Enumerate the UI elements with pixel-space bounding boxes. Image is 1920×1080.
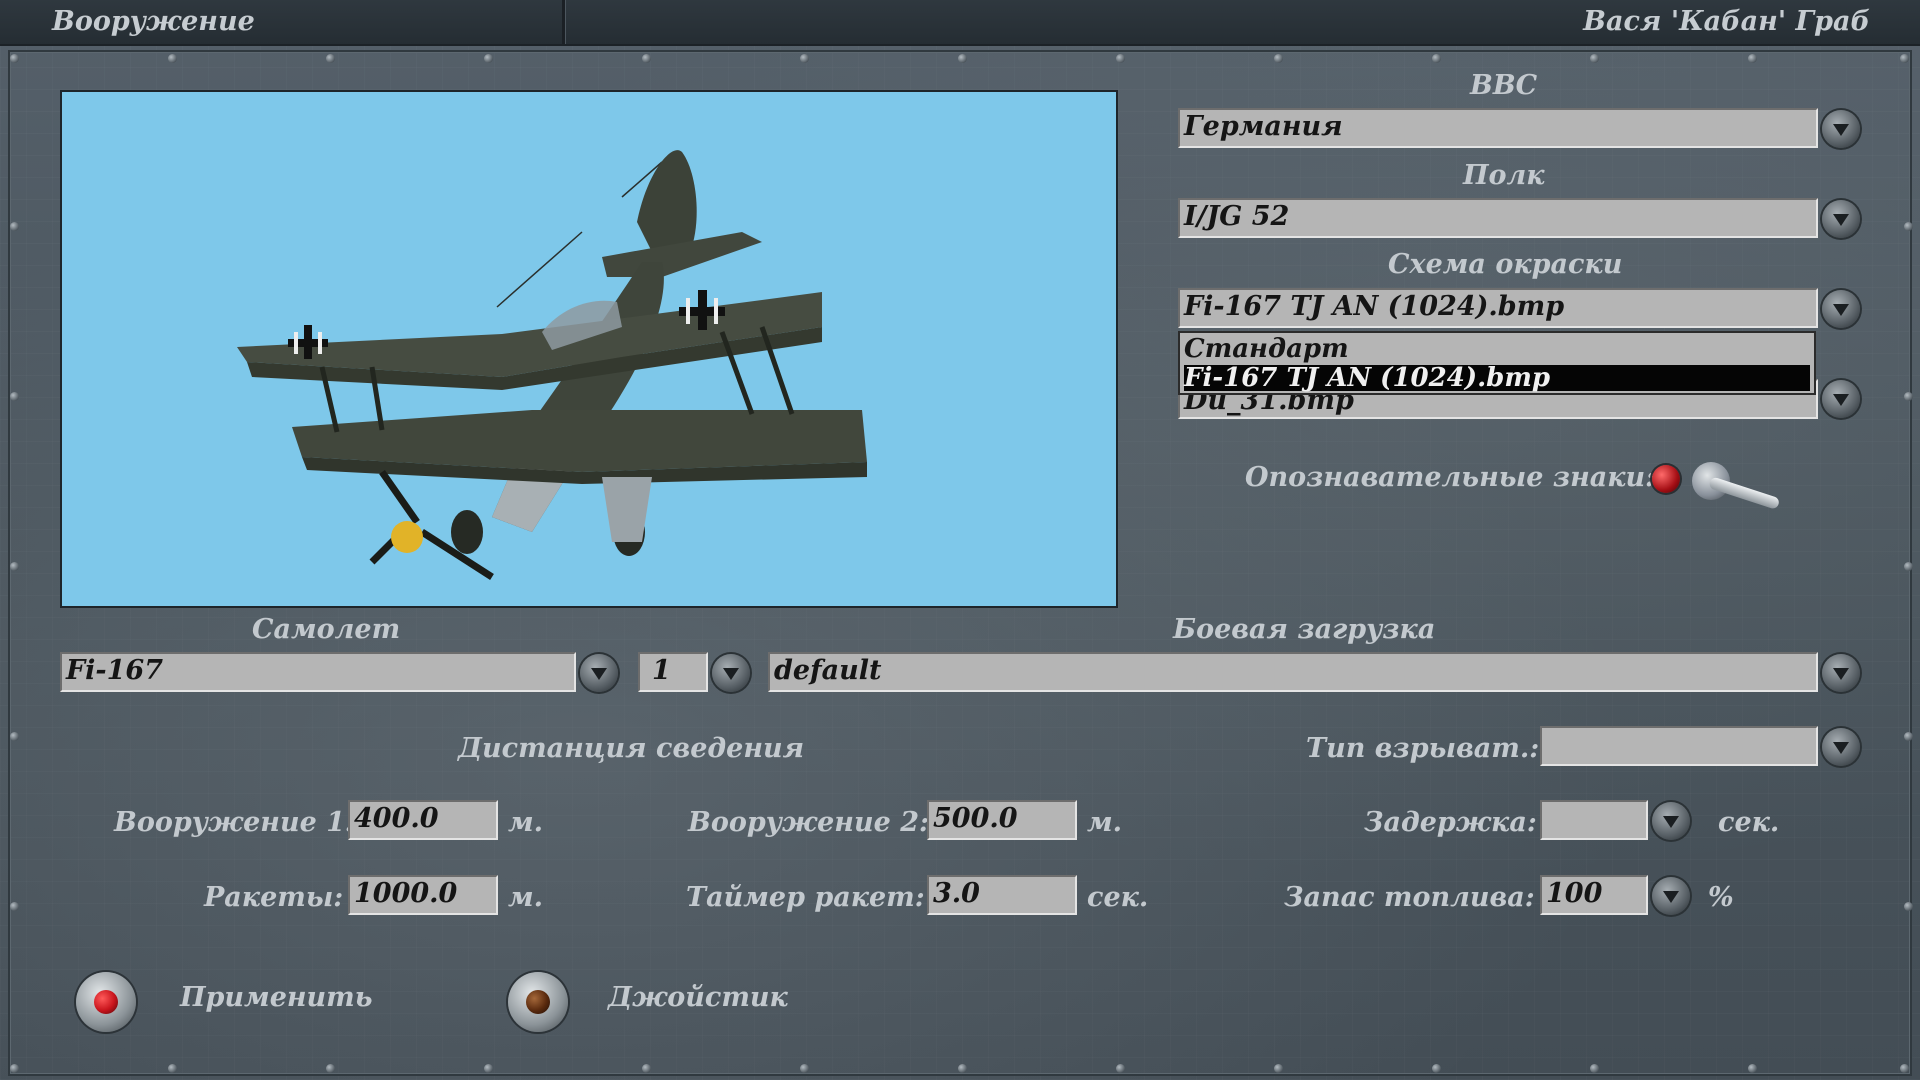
rivet — [958, 54, 967, 63]
screen-title: Вооружение — [52, 6, 255, 37]
rivet — [800, 54, 809, 63]
rivet — [484, 1064, 493, 1073]
fuel-label: Запас топлива: — [1284, 882, 1535, 913]
rivet — [1904, 392, 1913, 401]
fuze-field[interactable] — [1540, 726, 1818, 766]
rockets-unit: м. — [508, 882, 544, 913]
rivet — [642, 1064, 651, 1073]
aircraft-field[interactable]: Fi-167 — [60, 652, 576, 692]
rivet — [1116, 1064, 1125, 1073]
rivet — [1904, 902, 1913, 911]
rivet — [10, 732, 19, 741]
top-bar: Вооружение Вася 'Кабан' Граб — [0, 0, 1920, 46]
skin-label: Схема окраски — [1388, 249, 1623, 280]
title-divider — [562, 0, 565, 44]
weapon2-label: Вооружение 2: — [688, 807, 929, 838]
delay-unit: сек. — [1718, 807, 1780, 838]
weapon2-convergence-input[interactable]: 500.0 — [927, 800, 1077, 840]
rivet — [10, 562, 19, 571]
rivet — [10, 54, 19, 63]
delay-label: Задержка: — [1364, 807, 1537, 838]
weapon1-unit: м. — [508, 807, 544, 838]
skin-option-standard[interactable]: Стандарт — [1184, 336, 1810, 362]
rockets-convergence-input[interactable]: 1000.0 — [348, 875, 498, 915]
delay-field[interactable] — [1540, 800, 1648, 840]
apply-button-light — [94, 990, 118, 1014]
rivet — [326, 1064, 335, 1073]
rocket-timer-input[interactable]: 3.0 — [927, 875, 1077, 915]
weapon2-unit: м. — [1087, 807, 1123, 838]
airforce-dropdown-icon[interactable] — [1822, 110, 1860, 148]
aircraft-label: Самолет — [252, 614, 401, 645]
joystick-button-light — [526, 990, 550, 1014]
regiment-dropdown-icon[interactable] — [1822, 200, 1860, 238]
apply-label[interactable]: Применить — [180, 982, 373, 1013]
rivet — [168, 1064, 177, 1073]
rivet — [1432, 54, 1441, 63]
loadout-field[interactable]: default — [768, 652, 1818, 692]
regiment-field[interactable]: I/JG 52 — [1178, 198, 1818, 238]
markings-label: Опознавательные знаки: — [1245, 462, 1656, 493]
rivet — [1748, 54, 1757, 63]
regiment-label: Полк — [1463, 160, 1545, 191]
rivet — [484, 54, 493, 63]
rivet — [642, 54, 651, 63]
convergence-label: Дистанция сведения — [458, 733, 805, 764]
rivet — [1904, 222, 1913, 231]
skin-dropdown-icon[interactable] — [1822, 290, 1860, 328]
loadout-label: Боевая загрузка — [1173, 614, 1436, 645]
rivet — [10, 1064, 19, 1073]
skin-dropdown-list[interactable]: Стандарт Fi-167 TJ AN (1024).bmp — [1178, 331, 1816, 395]
markings-indicator-light — [1652, 465, 1680, 493]
loadout-dropdown-icon[interactable] — [1822, 654, 1860, 692]
skin-option-selected[interactable]: Fi-167 TJ AN (1024).bmp — [1184, 365, 1810, 391]
markings-toggle-switch[interactable] — [1692, 458, 1788, 510]
rivet — [1432, 1064, 1441, 1073]
rivet — [1590, 1064, 1599, 1073]
aircraft-model-image — [237, 150, 867, 580]
rivet — [1900, 54, 1909, 63]
rivet — [10, 222, 19, 231]
airforce-label: ВВС — [1470, 70, 1538, 101]
apply-button[interactable] — [76, 972, 136, 1032]
rockets-label: Ракеты: — [204, 882, 344, 913]
joystick-label[interactable]: Джойстик — [608, 982, 788, 1013]
delay-dropdown-icon[interactable] — [1652, 802, 1690, 840]
fuel-unit: % — [1708, 882, 1734, 913]
airforce-field[interactable]: Германия — [1178, 108, 1818, 148]
aircraft-count-dropdown-icon[interactable] — [712, 654, 750, 692]
rivet — [1116, 54, 1125, 63]
rivet — [10, 902, 19, 911]
fuze-dropdown-icon[interactable] — [1822, 728, 1860, 766]
rivet — [326, 54, 335, 63]
fuel-field[interactable]: 100 — [1540, 875, 1648, 915]
rocket-timer-label: Таймер ракет: — [686, 882, 925, 913]
rivet — [1748, 1064, 1757, 1073]
rivet — [1274, 1064, 1283, 1073]
covered-dropdown-icon[interactable] — [1822, 380, 1860, 418]
weapon1-label: Вооружение 1: — [114, 807, 355, 838]
rivet — [958, 1064, 967, 1073]
skin-field[interactable]: Fi-167 TJ AN (1024).bmp — [1178, 288, 1818, 328]
rivet — [800, 1064, 809, 1073]
pilot-name: Вася 'Кабан' Граб — [1583, 6, 1870, 37]
rivet — [168, 54, 177, 63]
rocket-timer-unit: сек. — [1087, 882, 1149, 913]
aircraft-preview[interactable] — [60, 90, 1118, 608]
joystick-button[interactable] — [508, 972, 568, 1032]
fuel-dropdown-icon[interactable] — [1652, 877, 1690, 915]
rivet — [1904, 562, 1913, 571]
fuze-label: Тип взрыват.: — [1306, 733, 1540, 764]
rivet — [10, 392, 19, 401]
weapon1-convergence-input[interactable]: 400.0 — [348, 800, 498, 840]
aircraft-dropdown-icon[interactable] — [580, 654, 618, 692]
rivet — [1590, 54, 1599, 63]
aircraft-count-field[interactable]: 1 — [638, 652, 708, 692]
rivet — [1900, 1064, 1909, 1073]
rivet — [1274, 54, 1283, 63]
rivet — [1904, 732, 1913, 741]
